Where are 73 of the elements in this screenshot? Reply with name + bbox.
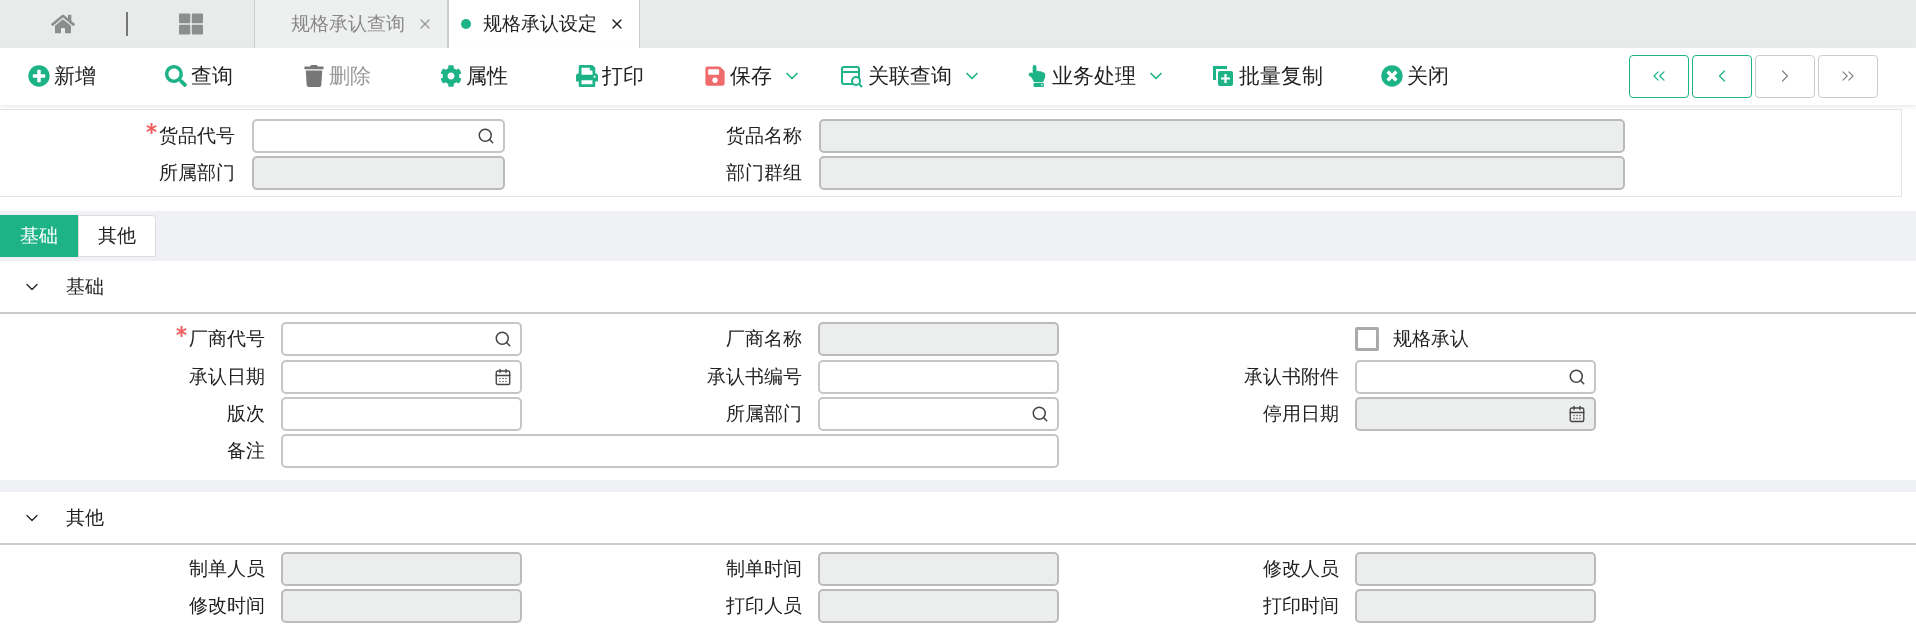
readonly-field[interactable] [1355,589,1596,623]
search-icon [165,65,187,88]
field-label: 修改人员 [1263,557,1339,581]
field-label: 所属部门 [726,402,802,427]
readonly-field[interactable] [818,322,1059,357]
pager-button[interactable] [1629,54,1689,98]
search-icon[interactable] [1568,368,1586,387]
input-field[interactable] [252,119,505,154]
field-label: 打印人员 [726,594,802,618]
gear-icon [440,65,462,88]
copy-plus-icon [1211,64,1235,89]
trash-icon [303,65,325,88]
printer-icon [576,65,598,88]
readonly-field[interactable] [281,589,522,623]
field-label: 制单人员 [189,557,265,581]
grid-icon[interactable] [179,11,203,36]
readonly-field[interactable] [818,552,1059,586]
readonly-field[interactable] [281,552,522,586]
section-header[interactable]: 基础 [0,261,1916,315]
section-header[interactable]: 其他 [0,492,1916,545]
readonly-field[interactable] [1355,397,1596,432]
field-label: 货品名称 [726,124,802,149]
close-icon [1381,65,1403,88]
search-icon[interactable] [494,330,512,349]
field-label: 修改时间 [189,594,265,618]
toolbar-button[interactable]: 打印 [576,62,644,91]
toolbar-button[interactable]: 保存 [704,62,772,91]
pointing-hand-icon [1026,65,1048,88]
active-dot-icon [461,18,471,29]
readonly-field[interactable] [818,589,1059,623]
toolbar-button[interactable]: 业务处理 [1026,62,1136,91]
field-label: 所属部门 [159,161,235,186]
input-field[interactable] [281,434,1059,469]
pager-button[interactable] [1692,54,1752,98]
form-tab[interactable]: 其他 [78,215,156,258]
field-label: 厂商名称 [726,327,802,352]
toolbar-button[interactable]: 关联查询 [840,62,952,91]
search-icon[interactable] [477,127,495,146]
window-search-icon [840,64,864,89]
toolbar-button[interactable]: 查询 [165,62,233,91]
field-label: 制单时间 [726,557,802,581]
readonly-field[interactable] [819,156,1625,191]
field-label: 打印时间 [1263,594,1339,618]
field-label: 部门群组 [726,161,802,186]
input-field[interactable] [281,397,522,432]
page-tab[interactable]: 规格承认设定 [448,0,640,48]
input-field[interactable] [818,397,1059,432]
toolbar-button[interactable]: 属性 [440,62,508,91]
calendar-icon[interactable] [494,368,512,387]
field-label: 停用日期 [1263,402,1339,427]
input-field[interactable] [1355,360,1596,395]
input-field[interactable] [281,322,522,357]
readonly-field[interactable] [1355,552,1596,586]
toolbar-button[interactable]: 关闭 [1381,62,1449,91]
input-field[interactable] [281,360,522,395]
field-label: 厂商代号 [189,327,265,352]
field-label: 承认书附件 [1244,365,1339,390]
toolbar-button[interactable]: 批量复制 [1211,62,1323,91]
search-icon[interactable] [1031,405,1049,424]
section-title: 其他 [66,505,104,530]
calendar-icon[interactable] [1568,405,1586,424]
toolbar-button[interactable]: 新增 [28,62,96,91]
field-label: 承认书编号 [707,365,802,390]
readonly-field[interactable] [252,156,505,191]
field-label: 备注 [227,439,265,464]
section-title: 基础 [66,274,104,299]
checkbox[interactable] [1355,327,1379,352]
readonly-field[interactable] [819,119,1625,154]
input-field[interactable] [818,360,1059,395]
field-label: 货品代号 [159,124,235,149]
field-label: 版次 [227,402,265,427]
field-label: 承认日期 [189,365,265,390]
checkbox-label: 规格承认 [1393,327,1469,352]
